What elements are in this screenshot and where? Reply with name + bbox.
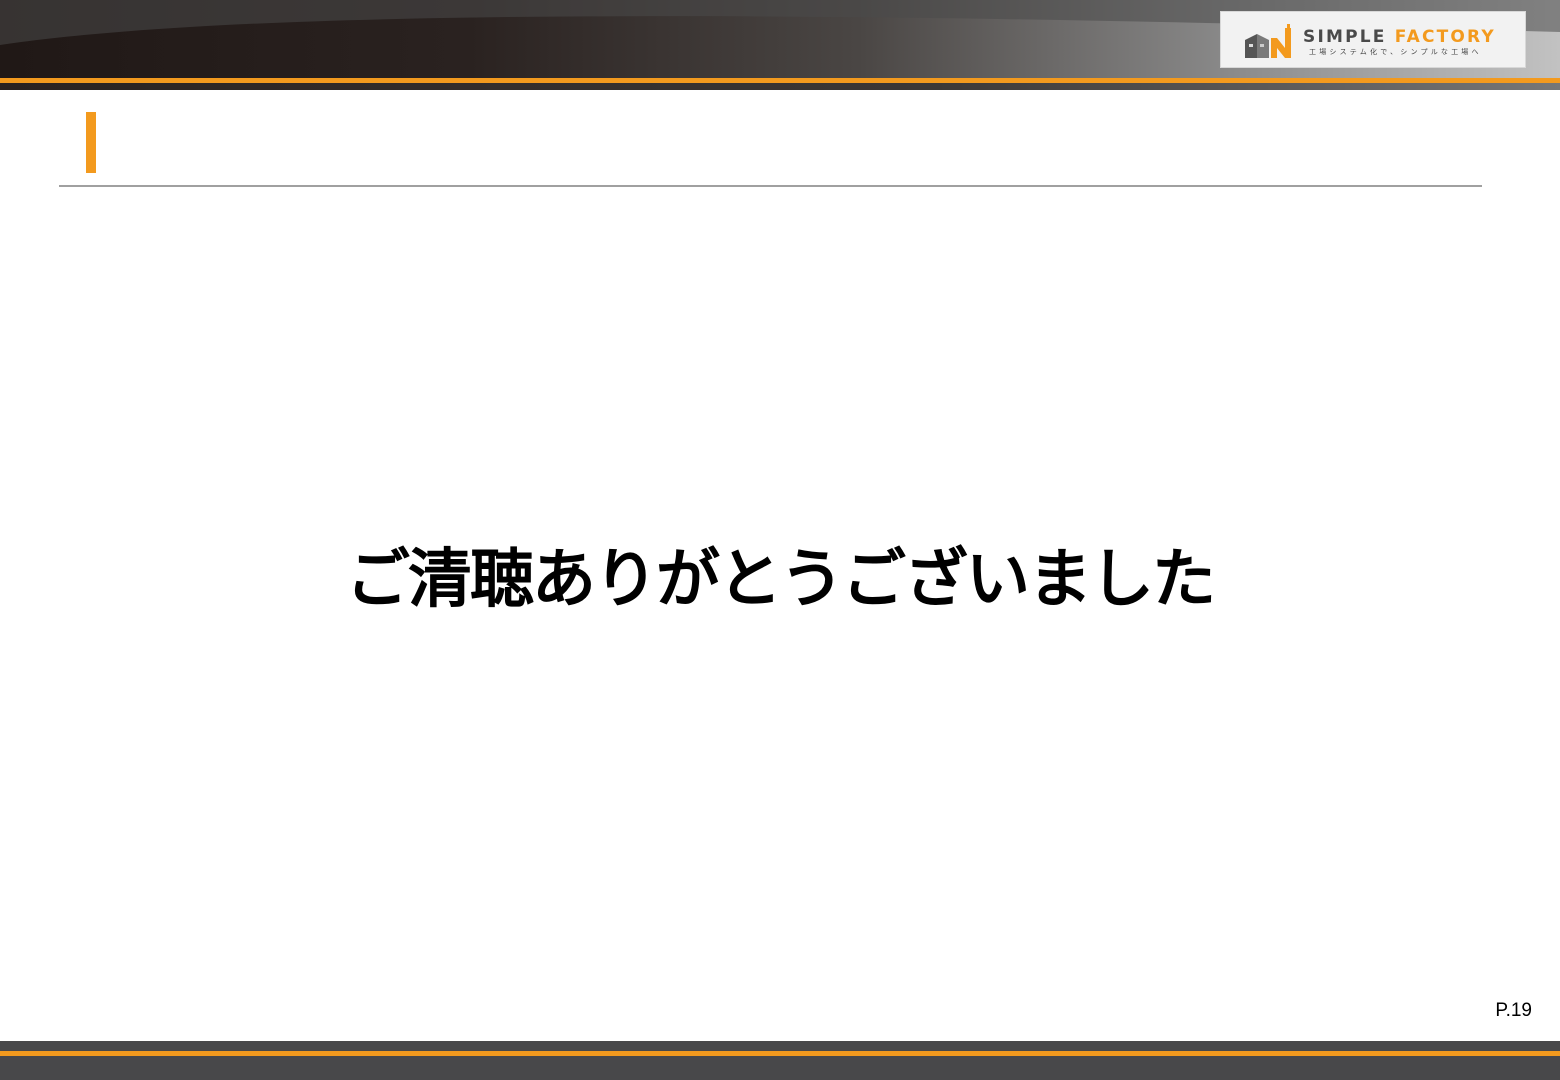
title-underline	[59, 185, 1482, 187]
closing-message: ご清聴ありがとうございました	[346, 543, 1216, 617]
logo-name-part1: SIMPLE	[1303, 27, 1387, 47]
logo-tagline: 工場システム化で、シンプルな工場へ	[1309, 48, 1482, 56]
title-marker	[86, 112, 96, 173]
company-logo: SIMPLE FACTORY 工場システム化で、シンプルな工場へ	[1220, 11, 1526, 68]
footer-band-top	[0, 1041, 1560, 1051]
page-number: P.19	[1495, 1000, 1532, 1021]
factory-icon	[1245, 24, 1291, 58]
logo-wordmark: SIMPLE FACTORY	[1303, 29, 1496, 46]
header-dark-stripe	[0, 83, 1560, 90]
logo-name-part2: FACTORY	[1394, 27, 1496, 47]
footer-band-bottom	[0, 1056, 1560, 1080]
